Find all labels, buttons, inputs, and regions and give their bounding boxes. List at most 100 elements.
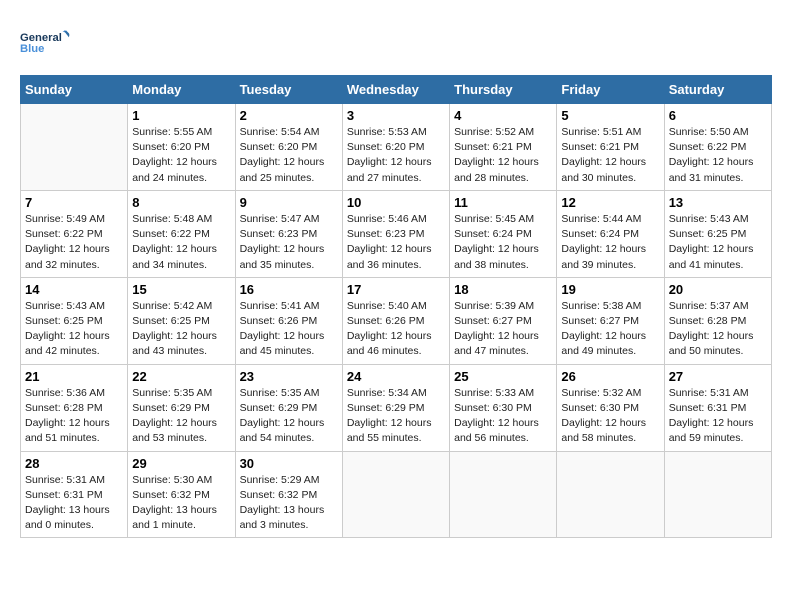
calendar-cell: 3Sunrise: 5:53 AM Sunset: 6:20 PM Daylig… — [342, 104, 449, 191]
week-row-2: 7Sunrise: 5:49 AM Sunset: 6:22 PM Daylig… — [21, 190, 772, 277]
calendar-cell: 5 Sunrise: 5:51 AM Sunset: 6:21 PM Daylig… — [557, 104, 664, 191]
day-number: 23 — [240, 369, 338, 384]
day-header-tuesday: Tuesday — [235, 76, 342, 104]
day-number: 16 — [240, 282, 338, 297]
calendar-cell: 6 Sunrise: 5:50 AM Sunset: 6:22 PM Daylig… — [664, 104, 771, 191]
calendar-cell: 26 Sunrise: 5:32 AM Sunset: 6:30 PM Dayli… — [557, 364, 664, 451]
cell-info: Sunrise: 5:37 AM Sunset: 6:28 PM Dayligh… — [669, 299, 767, 360]
day-number: 11 — [454, 195, 552, 210]
calendar-cell — [450, 451, 557, 538]
cell-info: Sunrise: 5:30 AM Sunset: 6:32 PM Dayligh… — [132, 473, 230, 534]
day-number: 10 — [347, 195, 445, 210]
calendar-cell: 21 Sunrise: 5:36 AM Sunset: 6:28 PM Dayli… — [21, 364, 128, 451]
day-header-thursday: Thursday — [450, 76, 557, 104]
calendar-cell: 25 Sunrise: 5:33 AM Sunset: 6:30 PM Dayli… — [450, 364, 557, 451]
calendar-cell: 16 Sunrise: 5:41 AM Sunset: 6:26 PM Dayli… — [235, 277, 342, 364]
calendar-cell: 23 Sunrise: 5:35 AM Sunset: 6:29 PM Dayli… — [235, 364, 342, 451]
cell-info: Sunrise: 5:42 AM Sunset: 6:25 PM Dayligh… — [132, 299, 230, 360]
week-row-3: 14Sunrise: 5:43 AM Sunset: 6:25 PM Dayli… — [21, 277, 772, 364]
cell-info: Sunrise: 5:31 AM Sunset: 6:31 PM Dayligh… — [25, 473, 123, 534]
calendar-cell: 20 Sunrise: 5:37 AM Sunset: 6:28 PM Dayli… — [664, 277, 771, 364]
cell-info: Sunrise: 5:41 AM Sunset: 6:26 PM Dayligh… — [240, 299, 338, 360]
day-number: 13 — [669, 195, 767, 210]
calendar-cell — [664, 451, 771, 538]
week-row-5: 28 Sunrise: 5:31 AM Sunset: 6:31 PM Dayli… — [21, 451, 772, 538]
calendar-cell: 30 Sunrise: 5:29 AM Sunset: 6:32 PM Dayli… — [235, 451, 342, 538]
day-number: 19 — [561, 282, 659, 297]
day-number: 21 — [25, 369, 123, 384]
cell-info: Sunrise: 5:34 AM Sunset: 6:29 PM Dayligh… — [347, 386, 445, 447]
calendar-cell: 22 Sunrise: 5:35 AM Sunset: 6:29 PM Dayli… — [128, 364, 235, 451]
day-number: 20 — [669, 282, 767, 297]
day-header-saturday: Saturday — [664, 76, 771, 104]
calendar-cell: 27 Sunrise: 5:31 AM Sunset: 6:31 PM Dayli… — [664, 364, 771, 451]
calendar-cell: 15 Sunrise: 5:42 AM Sunset: 6:25 PM Dayli… — [128, 277, 235, 364]
day-number: 22 — [132, 369, 230, 384]
logo: General Blue — [20, 20, 70, 65]
calendar-cell: 24 Sunrise: 5:34 AM Sunset: 6:29 PM Dayli… — [342, 364, 449, 451]
day-number: 8 — [132, 195, 230, 210]
cell-info: Sunrise: 5:45 AM Sunset: 6:24 PM Dayligh… — [454, 212, 552, 273]
calendar-cell: 10Sunrise: 5:46 AM Sunset: 6:23 PM Dayli… — [342, 190, 449, 277]
calendar-cell — [342, 451, 449, 538]
day-number: 25 — [454, 369, 552, 384]
cell-info: Sunrise: 5:55 AM Sunset: 6:20 PM Dayligh… — [132, 125, 230, 186]
cell-info: Sunrise: 5:47 AM Sunset: 6:23 PM Dayligh… — [240, 212, 338, 273]
day-number: 29 — [132, 456, 230, 471]
svg-text:Blue: Blue — [20, 43, 44, 55]
day-number: 4 — [454, 108, 552, 123]
cell-info: Sunrise: 5:48 AM Sunset: 6:22 PM Dayligh… — [132, 212, 230, 273]
cell-info: Sunrise: 5:35 AM Sunset: 6:29 PM Dayligh… — [240, 386, 338, 447]
svg-text:General: General — [20, 32, 62, 44]
day-number: 28 — [25, 456, 123, 471]
cell-info: Sunrise: 5:51 AM Sunset: 6:21 PM Dayligh… — [561, 125, 659, 186]
day-number: 1 — [132, 108, 230, 123]
calendar-cell: 11 Sunrise: 5:45 AM Sunset: 6:24 PM Dayli… — [450, 190, 557, 277]
cell-info: Sunrise: 5:29 AM Sunset: 6:32 PM Dayligh… — [240, 473, 338, 534]
calendar-cell: 13 Sunrise: 5:43 AM Sunset: 6:25 PM Dayli… — [664, 190, 771, 277]
cell-info: Sunrise: 5:53 AM Sunset: 6:20 PM Dayligh… — [347, 125, 445, 186]
cell-info: Sunrise: 5:52 AM Sunset: 6:21 PM Dayligh… — [454, 125, 552, 186]
cell-info: Sunrise: 5:32 AM Sunset: 6:30 PM Dayligh… — [561, 386, 659, 447]
calendar-cell: 19 Sunrise: 5:38 AM Sunset: 6:27 PM Dayli… — [557, 277, 664, 364]
cell-info: Sunrise: 5:39 AM Sunset: 6:27 PM Dayligh… — [454, 299, 552, 360]
cell-info: Sunrise: 5:31 AM Sunset: 6:31 PM Dayligh… — [669, 386, 767, 447]
day-number: 30 — [240, 456, 338, 471]
cell-info: Sunrise: 5:50 AM Sunset: 6:22 PM Dayligh… — [669, 125, 767, 186]
day-number: 2 — [240, 108, 338, 123]
day-number: 7 — [25, 195, 123, 210]
cell-info: Sunrise: 5:40 AM Sunset: 6:26 PM Dayligh… — [347, 299, 445, 360]
calendar-cell: 8 Sunrise: 5:48 AM Sunset: 6:22 PM Daylig… — [128, 190, 235, 277]
calendar-cell — [557, 451, 664, 538]
calendar-cell: 28 Sunrise: 5:31 AM Sunset: 6:31 PM Dayli… — [21, 451, 128, 538]
day-number: 9 — [240, 195, 338, 210]
calendar-header: SundayMondayTuesdayWednesdayThursdayFrid… — [21, 76, 772, 104]
cell-info: Sunrise: 5:44 AM Sunset: 6:24 PM Dayligh… — [561, 212, 659, 273]
day-number: 24 — [347, 369, 445, 384]
day-number: 6 — [669, 108, 767, 123]
day-number: 15 — [132, 282, 230, 297]
day-header-friday: Friday — [557, 76, 664, 104]
day-number: 27 — [669, 369, 767, 384]
day-number: 5 — [561, 108, 659, 123]
calendar-table: SundayMondayTuesdayWednesdayThursdayFrid… — [20, 75, 772, 538]
calendar-cell: 12 Sunrise: 5:44 AM Sunset: 6:24 PM Dayli… — [557, 190, 664, 277]
calendar-cell: 2 Sunrise: 5:54 AM Sunset: 6:20 PM Daylig… — [235, 104, 342, 191]
cell-info: Sunrise: 5:33 AM Sunset: 6:30 PM Dayligh… — [454, 386, 552, 447]
cell-info: Sunrise: 5:43 AM Sunset: 6:25 PM Dayligh… — [669, 212, 767, 273]
day-number: 18 — [454, 282, 552, 297]
day-number: 12 — [561, 195, 659, 210]
cell-info: Sunrise: 5:35 AM Sunset: 6:29 PM Dayligh… — [132, 386, 230, 447]
calendar-cell: 1 Sunrise: 5:55 AM Sunset: 6:20 PM Daylig… — [128, 104, 235, 191]
calendar-cell — [21, 104, 128, 191]
week-row-1: 1 Sunrise: 5:55 AM Sunset: 6:20 PM Daylig… — [21, 104, 772, 191]
day-header-wednesday: Wednesday — [342, 76, 449, 104]
calendar-cell: 14Sunrise: 5:43 AM Sunset: 6:25 PM Dayli… — [21, 277, 128, 364]
cell-info: Sunrise: 5:38 AM Sunset: 6:27 PM Dayligh… — [561, 299, 659, 360]
day-header-sunday: Sunday — [21, 76, 128, 104]
cell-info: Sunrise: 5:54 AM Sunset: 6:20 PM Dayligh… — [240, 125, 338, 186]
cell-info: Sunrise: 5:36 AM Sunset: 6:28 PM Dayligh… — [25, 386, 123, 447]
day-number: 26 — [561, 369, 659, 384]
calendar-cell: 17Sunrise: 5:40 AM Sunset: 6:26 PM Dayli… — [342, 277, 449, 364]
calendar-cell: 9 Sunrise: 5:47 AM Sunset: 6:23 PM Daylig… — [235, 190, 342, 277]
